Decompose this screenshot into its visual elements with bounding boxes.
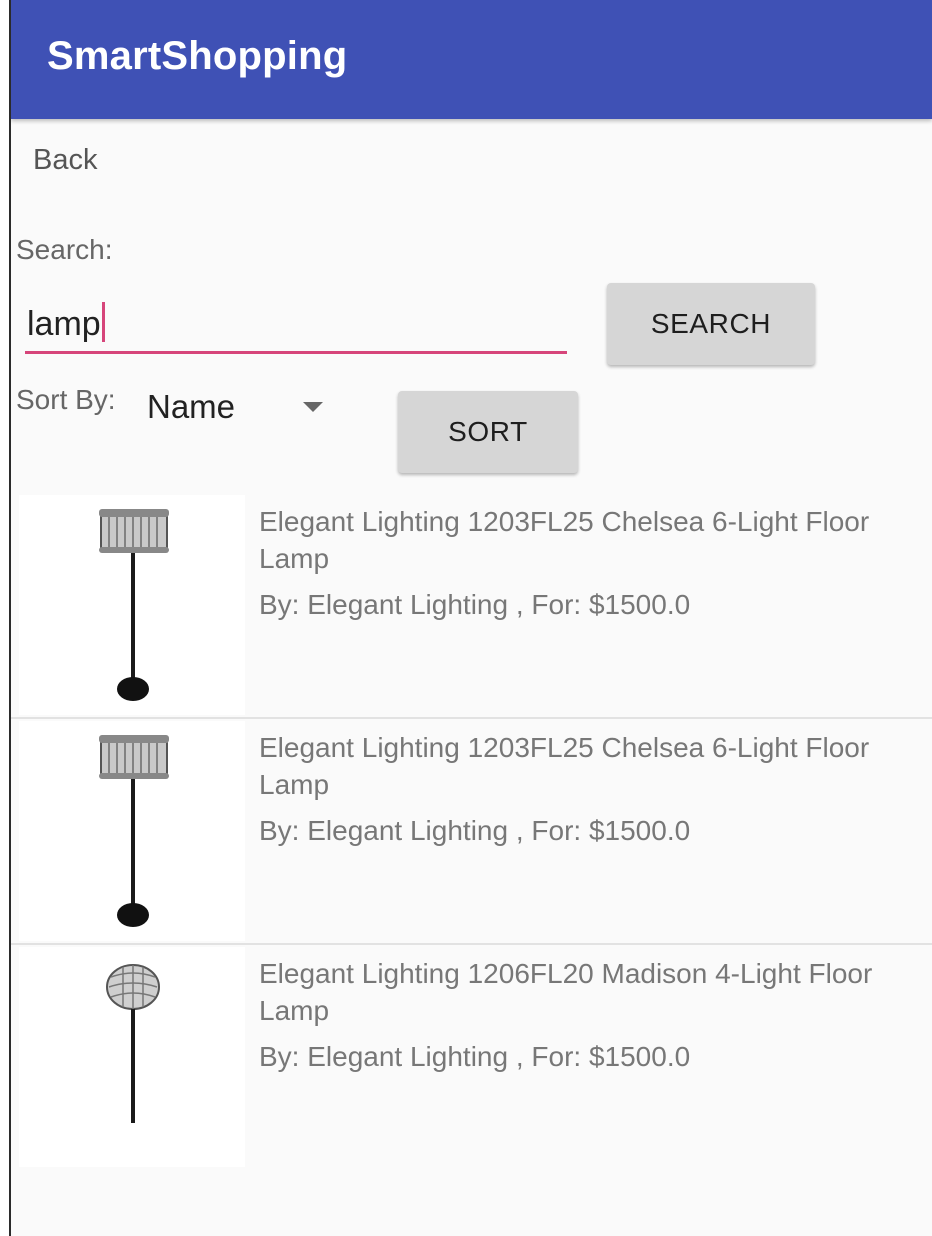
text-cursor bbox=[101, 302, 105, 342]
search-button[interactable]: SEARCH bbox=[607, 283, 815, 365]
floor-lamp-icon bbox=[99, 735, 169, 927]
sort-dropdown[interactable]: Name bbox=[135, 380, 335, 440]
sort-by-label: Sort By: bbox=[16, 384, 116, 415]
app-screen: SmartShopping Back Search: lamp SEARCH S… bbox=[11, 0, 932, 1236]
device-frame-edge bbox=[0, 0, 11, 1236]
sort-dropdown-value: Name bbox=[147, 388, 236, 425]
result-item[interactable]: Elegant Lighting 1203FL25 Chelsea 6-Ligh… bbox=[11, 719, 932, 945]
product-image bbox=[19, 721, 245, 941]
product-meta: By: Elegant Lighting , For: $1500.0 bbox=[259, 1041, 691, 1072]
product-image bbox=[19, 947, 245, 1167]
product-meta: By: Elegant Lighting , For: $1500.0 bbox=[259, 815, 691, 846]
floor-lamp-icon bbox=[99, 509, 169, 701]
dropdown-arrow-icon bbox=[303, 402, 323, 412]
product-meta: By: Elegant Lighting , For: $1500.0 bbox=[259, 589, 691, 620]
product-image bbox=[19, 495, 245, 715]
product-title: Elegant Lighting 1203FL25 Chelsea 6-Ligh… bbox=[259, 506, 870, 574]
search-label: Search: bbox=[16, 234, 113, 265]
app-title: SmartShopping bbox=[47, 34, 348, 78]
sort-button[interactable]: SORT bbox=[398, 391, 578, 473]
back-button[interactable]: Back bbox=[33, 144, 97, 177]
search-input[interactable]: lamp bbox=[25, 290, 567, 354]
floor-lamp-icon bbox=[106, 964, 160, 1123]
product-title: Elegant Lighting 1203FL25 Chelsea 6-Ligh… bbox=[259, 732, 870, 800]
search-input-value: lamp bbox=[27, 302, 105, 344]
results-list: Elegant Lighting 1203FL25 Chelsea 6-Ligh… bbox=[11, 493, 932, 1171]
result-item[interactable]: Elegant Lighting 1206FL20 Madison 4-Ligh… bbox=[11, 945, 932, 1171]
app-bar: SmartShopping bbox=[11, 0, 932, 119]
product-title: Elegant Lighting 1206FL20 Madison 4-Ligh… bbox=[259, 958, 873, 1026]
result-item[interactable]: Elegant Lighting 1203FL25 Chelsea 6-Ligh… bbox=[11, 493, 932, 719]
